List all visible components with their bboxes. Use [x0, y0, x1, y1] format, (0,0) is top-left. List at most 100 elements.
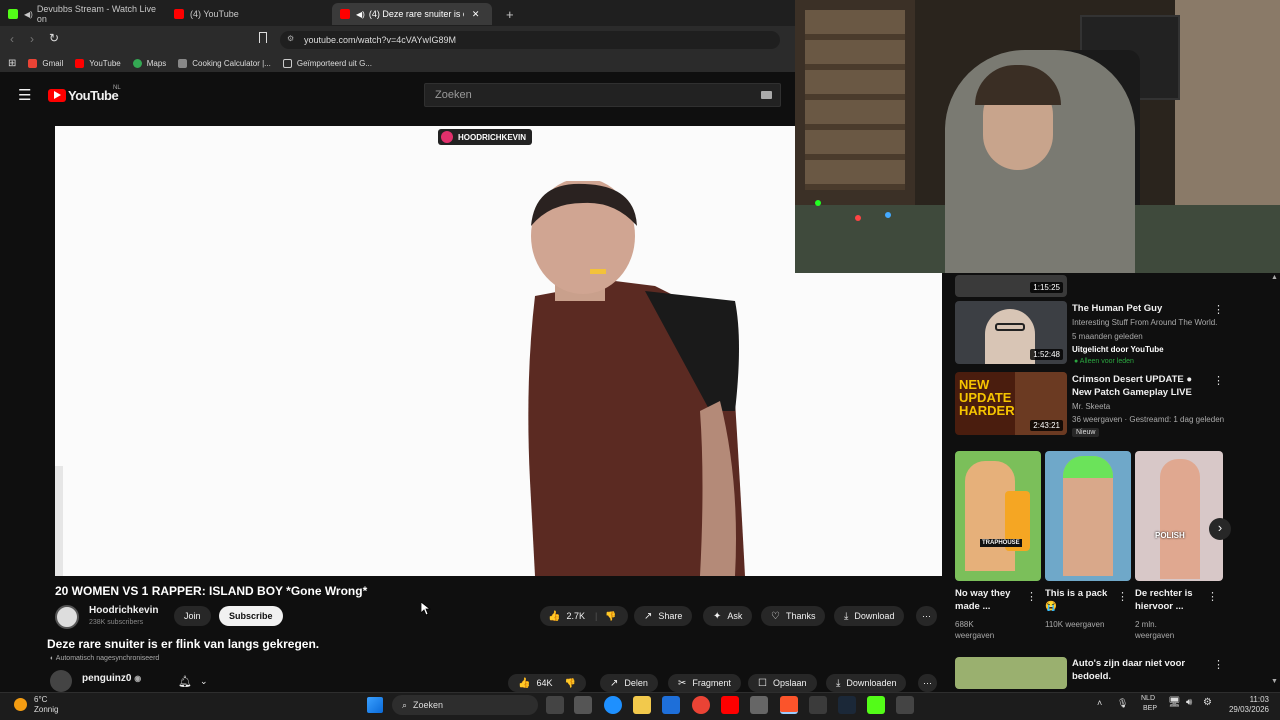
tray-chevron-icon[interactable]: ˄ — [1097, 698, 1102, 708]
more-vert-icon[interactable]: ⋮ — [1207, 590, 1218, 603]
scrollbar-up-arrow[interactable]: ▲ — [1271, 274, 1278, 282]
channel-name[interactable]: Hoodrichkevin — [89, 605, 158, 616]
thumbs-up-icon[interactable]: 👍 — [518, 678, 530, 689]
join-button[interactable]: Join — [174, 606, 211, 626]
weather-desc[interactable]: Zonnig — [34, 705, 58, 714]
outer-like-count[interactable]: 64K — [536, 678, 552, 688]
task-view-icon[interactable] — [546, 696, 564, 714]
bookmark-cooking[interactable]: Cooking Calculator |... — [178, 58, 271, 68]
bookmark-maps[interactable]: Maps — [132, 58, 166, 68]
network-icon[interactable]: 🖥︎ — [1168, 697, 1181, 708]
bookmark-gmail[interactable]: Gmail — [28, 58, 63, 68]
keyboard-layout[interactable]: BEP — [1143, 705, 1157, 712]
ask-button[interactable]: ✦ Ask — [703, 606, 753, 626]
thumbs-up-icon[interactable]: 👍 — [548, 611, 560, 622]
app-icon[interactable] — [574, 696, 592, 714]
clip-button[interactable]: ✂ Fragment — [668, 674, 741, 692]
more-vert-icon[interactable]: ⋮ — [1026, 590, 1037, 603]
taskbar-search[interactable]: ⌕ Zoeken — [392, 695, 538, 715]
scrollbar-down-arrow[interactable]: ▼ — [1271, 678, 1278, 686]
search-input[interactable]: Zoeken — [424, 83, 781, 107]
bookmark-folder[interactable]: Geïmporteerd uit G... — [282, 58, 372, 68]
sidebar-channel[interactable]: Interesting Stuff From Around The World. — [1072, 317, 1224, 328]
sidebar-thumb-last[interactable] — [955, 657, 1067, 689]
short-thumb-1[interactable]: TRAPHOUSE — [955, 451, 1041, 581]
shorts-next-button[interactable]: › — [1209, 518, 1231, 540]
search-icon: ⌕ — [402, 699, 408, 710]
more-vert-icon[interactable]: ⋮ — [1213, 374, 1224, 387]
volume-icon[interactable]: 🔊︎ — [1186, 697, 1192, 708]
steam-icon[interactable] — [838, 696, 856, 714]
brave-icon[interactable] — [780, 696, 798, 714]
subscribe-button[interactable]: Subscribe — [219, 606, 283, 626]
thumbs-down-icon[interactable]: 👎 — [564, 678, 575, 689]
bookmark-icon[interactable] — [259, 32, 267, 43]
youtube-logo-icon[interactable] — [48, 89, 66, 102]
thanks-button[interactable]: ♡ Thanks — [761, 606, 826, 626]
file-explorer-icon[interactable] — [633, 696, 651, 714]
kick-icon — [8, 9, 18, 19]
sidebar-channel[interactable]: Mr. Skeeta — [1072, 401, 1110, 412]
sidebar-video-title[interactable]: Auto's zijn daar niet voor bedoeld. — [1072, 657, 1212, 683]
language-indicator[interactable]: NLD — [1141, 695, 1155, 702]
new-tab-button[interactable]: + — [498, 3, 514, 25]
calculator-icon[interactable] — [750, 696, 768, 714]
like-count[interactable]: 2.7K — [566, 611, 585, 621]
clock-time[interactable]: 11:03 — [1227, 695, 1269, 704]
kick-app-icon[interactable] — [867, 696, 885, 714]
edge-icon[interactable] — [604, 696, 622, 714]
sidebar-thumb-2[interactable]: NEW UPDATE HARDER?? 2:43:21 — [955, 372, 1067, 435]
thumbs-down-icon[interactable]: 👎 — [605, 611, 616, 622]
back-icon[interactable]: ‹ — [10, 32, 14, 46]
settings-icon[interactable]: ⚙ — [1203, 697, 1212, 708]
outer-more-button[interactable]: ⋯ — [918, 674, 937, 692]
share-button[interactable]: ↗ Share — [634, 606, 693, 626]
outer-download-button[interactable]: ⤓ Downloaden — [826, 674, 907, 692]
microphone-icon[interactable]: 🎙︎ — [1117, 698, 1128, 709]
sidebar-video-title[interactable]: The Human Pet Guy — [1072, 302, 1162, 315]
channel-avatar[interactable] — [55, 605, 79, 629]
save-button[interactable]: ☐ Opslaan — [748, 674, 817, 692]
chevron-down-icon[interactable]: ⌄ — [200, 676, 208, 687]
more-vert-icon[interactable]: ⋮ — [1213, 303, 1224, 316]
more-vert-icon[interactable]: ⋮ — [1117, 590, 1128, 603]
bookmark-youtube[interactable]: YouTube — [75, 58, 121, 68]
reload-icon[interactable]: ↻ — [49, 31, 59, 45]
outlook-icon[interactable] — [662, 696, 680, 714]
app-icon[interactable] — [896, 696, 914, 714]
address-bar[interactable]: ⚙ youtube.com/watch?v=4cVAYwIG89M — [280, 31, 780, 49]
chrome-icon[interactable] — [692, 696, 710, 714]
apps-grid-icon[interactable]: ⊞ — [8, 58, 16, 69]
save-icon: ☐ — [758, 677, 767, 689]
tab-devubbs[interactable]: ◀) Devubbs Stream - Watch Live on — [0, 3, 165, 25]
short-title[interactable]: De rechter is hiervoor ... — [1135, 587, 1205, 613]
short-title[interactable]: No way they made ... — [955, 587, 1025, 613]
forward-icon[interactable]: › — [30, 32, 34, 46]
outer-share-button[interactable]: ↗ Delen — [600, 674, 658, 692]
site-info-icon[interactable]: ⚙ — [287, 34, 294, 43]
menu-icon[interactable]: ☰ — [18, 86, 31, 104]
outer-channel-avatar[interactable] — [50, 670, 72, 692]
close-tab-icon[interactable]: ✕ — [472, 9, 480, 20]
bell-icon[interactable]: 🔔︎ — [178, 675, 192, 688]
tab-youtube-home[interactable]: (4) YouTube — [166, 3, 331, 25]
sidebar-thumb-1[interactable]: 1:52:48 — [955, 301, 1067, 364]
keyboard-icon[interactable] — [761, 91, 772, 99]
weather-temp[interactable]: 6°C — [34, 695, 47, 704]
sidebar-video-title[interactable]: Crimson Desert UPDATE ● New Patch Gamepl… — [1072, 373, 1212, 399]
sidebar-thumb-top[interactable]: 1:15:25 — [955, 275, 1067, 297]
clock-date[interactable]: 29/03/2026 — [1220, 705, 1269, 714]
youtube-app-icon[interactable] — [721, 696, 739, 714]
weather-sun-icon[interactable] — [14, 698, 27, 711]
download-button[interactable]: ⤓ Download — [834, 606, 905, 626]
more-actions-button[interactable]: ⋯ — [916, 606, 937, 626]
short-title[interactable]: This is a pack 😭 — [1045, 587, 1115, 613]
youtube-logo-text[interactable]: YouTube — [68, 88, 119, 103]
short-thumb-3[interactable]: POLISH — [1135, 451, 1223, 581]
tab-current-video[interactable]: ◀) (4) Deze rare snuiter is er flink ✕ — [332, 3, 492, 25]
short-thumb-2[interactable] — [1045, 451, 1131, 581]
outer-channel[interactable]: penguinz0 ◉ — [82, 673, 141, 684]
more-vert-icon[interactable]: ⋮ — [1213, 658, 1224, 671]
app-icon[interactable] — [809, 696, 827, 714]
windows-start-icon[interactable] — [367, 697, 383, 713]
